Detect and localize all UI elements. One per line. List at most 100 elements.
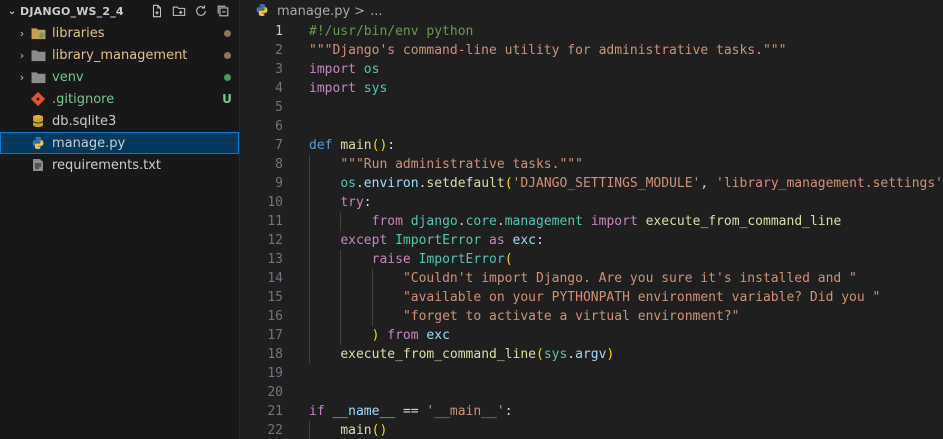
code-text: "Couldn't import Django. Are you sure it… <box>402 271 857 286</box>
code-editor[interactable]: manage.py > ... 1 #!/usr/bin/env python 2 "… <box>241 0 943 439</box>
line-number: 18 <box>267 347 283 362</box>
code-text: "forget to activate a virtual environmen… <box>402 309 740 324</box>
line-number: 6 <box>275 119 283 134</box>
line-number: 16 <box>267 309 283 324</box>
code-text: try: <box>340 195 372 210</box>
explorer-header[interactable]: ⌄ DJANGO_WS_2_4 <box>0 0 239 22</box>
code-line[interactable]: 2 """Django's command-line utility for ad… <box>241 41 943 60</box>
breadcrumb-file[interactable]: manage.py <box>277 4 350 19</box>
code-text: from django.core.management import execu… <box>371 214 842 229</box>
code-area[interactable]: 1 #!/usr/bin/env python 2 """Django's comma… <box>241 22 943 439</box>
code-line[interactable]: 7 def main(): <box>241 136 943 155</box>
line-number: 21 <box>267 404 283 419</box>
tree-item-library-management[interactable]: › library_management <box>0 44 239 66</box>
line-number: 22 <box>267 423 283 438</box>
line-number: 20 <box>267 385 283 400</box>
code-line[interactable]: 9 os.environ.setdefault('DJANGO_SETTINGS… <box>241 174 943 193</box>
code-text: import os <box>309 62 380 77</box>
line-number: 1 <box>275 24 283 39</box>
code-text: def main(): <box>309 138 396 153</box>
line-number: 5 <box>275 100 283 115</box>
code-text: ) from exc <box>371 328 450 343</box>
line-number: 7 <box>275 138 283 153</box>
modified-dot-icon <box>215 26 239 40</box>
code-line[interactable]: 21 if __name__ == '__main__': <box>241 402 943 421</box>
breadcrumb-separator: > <box>354 3 366 19</box>
new-folder-icon[interactable] <box>171 3 187 19</box>
code-text: "available on your PYTHONPATH environmen… <box>402 290 881 305</box>
tree-item-label: library_management <box>52 47 188 63</box>
code-line[interactable]: 14 "Couldn't import Django. Are you sure… <box>241 269 943 288</box>
python-icon <box>255 3 271 19</box>
folder-icon <box>30 47 46 63</box>
code-text: import sys <box>309 81 388 96</box>
tree-item-label: db.sqlite3 <box>52 113 117 129</box>
code-line[interactable]: 4 import sys <box>241 79 943 98</box>
refresh-icon[interactable] <box>193 3 209 19</box>
tree-item-label: libraries <box>52 25 105 41</box>
text-file-icon <box>30 157 46 173</box>
line-number: 11 <box>267 214 283 229</box>
tree-item-venv[interactable]: › venv <box>0 66 239 88</box>
tree-item-libraries[interactable]: › libraries <box>0 22 239 44</box>
line-number: 2 <box>275 43 283 58</box>
database-icon <box>30 113 46 129</box>
code-text: """Django's command-line utility for adm… <box>309 43 787 58</box>
code-line[interactable]: 3 import os <box>241 60 943 79</box>
breadcrumb-symbols[interactable]: ... <box>370 4 382 19</box>
collapse-all-icon[interactable] <box>215 3 231 19</box>
line-number: 8 <box>275 157 283 172</box>
chevron-down-icon[interactable]: ⌄ <box>4 6 20 17</box>
line-number: 15 <box>267 290 283 305</box>
file-tree: › libraries › library_management › venv <box>0 22 239 176</box>
code-text: except ImportError as exc: <box>340 233 544 248</box>
explorer-sidebar: ⌄ DJANGO_WS_2_4 › libraries › library_ma… <box>0 0 240 439</box>
new-file-icon[interactable] <box>149 3 165 19</box>
line-number: 19 <box>267 366 283 381</box>
line-number: 17 <box>267 328 283 343</box>
code-line[interactable]: 18 execute_from_command_line(sys.argv) <box>241 345 943 364</box>
code-line[interactable]: 8 """Run administrative tasks.""" <box>241 155 943 174</box>
tree-item-requirements-txt[interactable]: requirements.txt <box>0 154 239 176</box>
code-line[interactable]: 11 from django.core.management import ex… <box>241 212 943 231</box>
tree-item-label: manage.py <box>52 135 126 151</box>
code-line[interactable]: 13 raise ImportError( <box>241 250 943 269</box>
line-number: 9 <box>275 176 283 191</box>
code-line[interactable]: 20 <box>241 383 943 402</box>
code-line[interactable]: 1 #!/usr/bin/env python <box>241 22 943 41</box>
tree-item-label: requirements.txt <box>52 157 162 173</box>
tree-item-gitignore[interactable]: .gitignore U <box>0 88 239 110</box>
line-number: 14 <box>267 271 283 286</box>
breadcrumb: manage.py > ... <box>241 0 943 22</box>
code-line[interactable]: 10 try: <box>241 193 943 212</box>
modified-dot-icon <box>215 48 239 62</box>
line-number: 12 <box>267 233 283 248</box>
git-status-badge: U <box>222 92 232 106</box>
chevron-right-icon[interactable]: › <box>14 27 30 40</box>
line-number: 3 <box>275 62 283 77</box>
chevron-right-icon[interactable]: › <box>14 49 30 62</box>
code-line[interactable]: 12 except ImportError as exc: <box>241 231 943 250</box>
python-icon <box>30 135 46 151</box>
explorer-actions <box>149 3 239 19</box>
code-line[interactable]: 6 <box>241 117 943 136</box>
code-line[interactable]: 5 <box>241 98 943 117</box>
code-text: main() <box>340 423 388 438</box>
untracked-dot-icon <box>215 70 239 84</box>
tree-item-db-sqlite3[interactable]: db.sqlite3 <box>0 110 239 132</box>
chevron-right-icon[interactable]: › <box>14 71 30 84</box>
code-line[interactable]: 17 ) from exc <box>241 326 943 345</box>
code-line[interactable]: 19 <box>241 364 943 383</box>
code-line[interactable]: 16 "forget to activate a virtual environ… <box>241 307 943 326</box>
code-text: raise ImportError( <box>371 252 513 267</box>
code-line[interactable]: 22 main() <box>241 421 943 439</box>
code-text: execute_from_command_line(sys.argv) <box>340 347 615 362</box>
code-text: os.environ.setdefault('DJANGO_SETTINGS_M… <box>340 176 943 191</box>
code-line[interactable]: 15 "available on your PYTHONPATH environ… <box>241 288 943 307</box>
code-text: """Run administrative tasks.""" <box>340 157 583 172</box>
git-icon <box>30 91 46 107</box>
workspace-title[interactable]: DJANGO_WS_2_4 <box>20 5 149 18</box>
code-text: #!/usr/bin/env python <box>309 24 474 39</box>
line-number: 13 <box>267 252 283 267</box>
tree-item-manage-py[interactable]: manage.py <box>0 132 239 154</box>
